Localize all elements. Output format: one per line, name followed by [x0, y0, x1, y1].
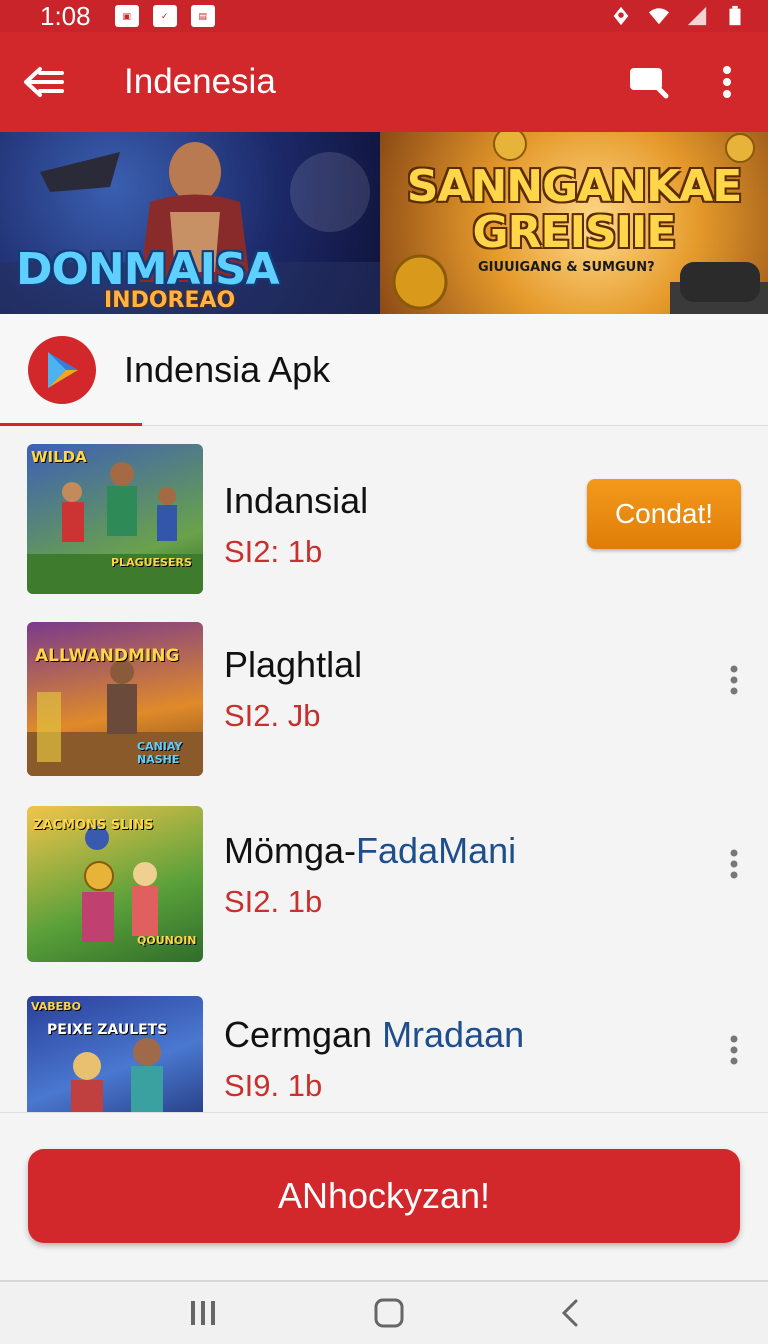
banner-right-title-line2: GREISIIE — [472, 207, 677, 258]
app-size: SI9. 1b — [224, 1068, 323, 1103]
app-name-text: Plaghtlal — [224, 644, 363, 685]
app-list: WILDA PLAGUESERS Indansial SI2: 1b Conda… — [0, 426, 768, 1112]
thumbnail-label: QOUNOIN — [137, 934, 197, 947]
thumbnail-label: WILDA — [31, 448, 87, 466]
app-name-text: Indansial — [224, 480, 369, 521]
list-item[interactable]: ZACMONS SLINS QOUNOIN Mömga-FadaMani SI2… — [0, 806, 768, 976]
section-header: Indensia Apk — [0, 314, 768, 426]
primary-action-button[interactable]: ANhockyzan! — [28, 1149, 740, 1243]
thumbnail-label: PEIXE ZAULETS — [47, 1022, 168, 1038]
list-item[interactable]: WILDA PLAGUESERS Indansial SI2: 1b Conda… — [0, 444, 768, 614]
app-title: Indenesia — [124, 62, 276, 101]
promo-banner[interactable]: DONMAISA INDOREAO SANNGANKAE GREISIIE GI… — [0, 132, 768, 314]
install-button[interactable]: Condat! — [587, 479, 741, 549]
app-size: SI2. 1b — [224, 884, 323, 919]
search-icon — [630, 68, 669, 99]
home-button[interactable] — [374, 1298, 404, 1328]
banner-right-title: SANNGANKAE GREISIIE — [396, 164, 752, 256]
more-vert-icon — [730, 849, 738, 879]
banner-left-subtitle: INDOREAO — [104, 288, 236, 313]
recents-icon — [191, 1301, 215, 1325]
app-thumbnail[interactable]: ZACMONS SLINS QOUNOIN — [27, 806, 203, 962]
system-nav-bar — [0, 1280, 768, 1344]
thumbnail-label: VABEBO — [31, 1000, 81, 1013]
thumbnail-label: PLAGUESERS — [111, 556, 192, 569]
banner-right-subtitle: GIUUIGANG & SUMGUN? — [478, 260, 655, 275]
more-vert-icon — [730, 665, 738, 695]
thumbnail-label: ZACMONS SLINS — [33, 818, 154, 833]
item-overflow-button[interactable] — [722, 846, 746, 882]
app-name-text: Cermgan — [224, 1014, 383, 1055]
battery-icon — [729, 5, 741, 26]
app-bar: Indenesia — [0, 32, 768, 132]
play-triangle-icon — [48, 351, 78, 388]
recents-button[interactable] — [188, 1299, 218, 1327]
home-icon — [374, 1298, 404, 1328]
app-name: Cermgan Mradaan — [224, 1014, 524, 1056]
item-overflow-button[interactable] — [722, 1032, 746, 1068]
status-bar: 1:08 ▣ ✓ ▤ — [0, 0, 768, 32]
overflow-menu-button[interactable] — [722, 65, 732, 99]
app-name: Mömga-FadaMani — [224, 830, 516, 872]
notification-icon: ▣ — [114, 5, 139, 27]
app-name-accent: FadaMani — [356, 830, 517, 871]
app-name-text: Mömga- — [224, 830, 357, 871]
notification-icon: ▤ — [190, 5, 215, 27]
play-store-icon — [28, 335, 96, 404]
list-item[interactable]: ALLWANDMING CANIAY NASHE Plaghtlal SI2. … — [0, 622, 768, 792]
wifi-icon — [648, 8, 670, 25]
more-vert-icon — [730, 1035, 738, 1065]
app-thumbnail[interactable]: ALLWANDMING CANIAY NASHE — [27, 622, 203, 776]
bottom-action-area: ANhockyzan! — [0, 1112, 768, 1280]
banner-right-image[interactable]: SANNGANKAE GREISIIE GIUUIGANG & SUMGUN? — [380, 132, 768, 314]
location-icon — [613, 6, 629, 26]
app-size: SI2: 1b — [224, 534, 323, 569]
menu-icon — [24, 67, 64, 97]
thumbnail-label: ALLWANDMING — [35, 646, 180, 666]
list-item[interactable]: VABEBO PEIXE ZAULETS Cermgan Mradaan SI9… — [0, 996, 768, 1112]
app-name: Indansial — [224, 480, 368, 522]
search-button[interactable] — [628, 64, 670, 100]
back-button[interactable] — [560, 1298, 580, 1328]
banner-right-title-line1: SANNGANKAE — [406, 161, 743, 212]
item-overflow-button[interactable] — [722, 662, 746, 698]
app-size: SI2. Jb — [224, 698, 321, 733]
status-notifications: ▣ ✓ ▤ — [114, 5, 215, 27]
app-thumbnail[interactable]: WILDA PLAGUESERS — [27, 444, 203, 594]
app-name-accent: Mradaan — [382, 1014, 525, 1055]
thumbnail-art — [27, 462, 203, 594]
signal-icon — [687, 6, 707, 26]
section-title: Indensia Apk — [124, 348, 331, 390]
menu-button[interactable] — [22, 64, 66, 100]
app-thumbnail[interactable]: VABEBO PEIXE ZAULETS — [27, 996, 203, 1112]
banner-left-image[interactable]: DONMAISA INDOREAO — [0, 132, 380, 314]
notification-icon: ✓ — [152, 5, 177, 27]
thumbnail-label: CANIAY NASHE — [137, 740, 183, 766]
app-name: Plaghtlal — [224, 644, 362, 686]
status-icons — [610, 5, 746, 27]
status-time: 1:08 — [40, 0, 91, 31]
back-icon — [561, 1299, 578, 1327]
thumbnail-art — [71, 1038, 163, 1112]
more-vert-icon — [723, 66, 731, 98]
